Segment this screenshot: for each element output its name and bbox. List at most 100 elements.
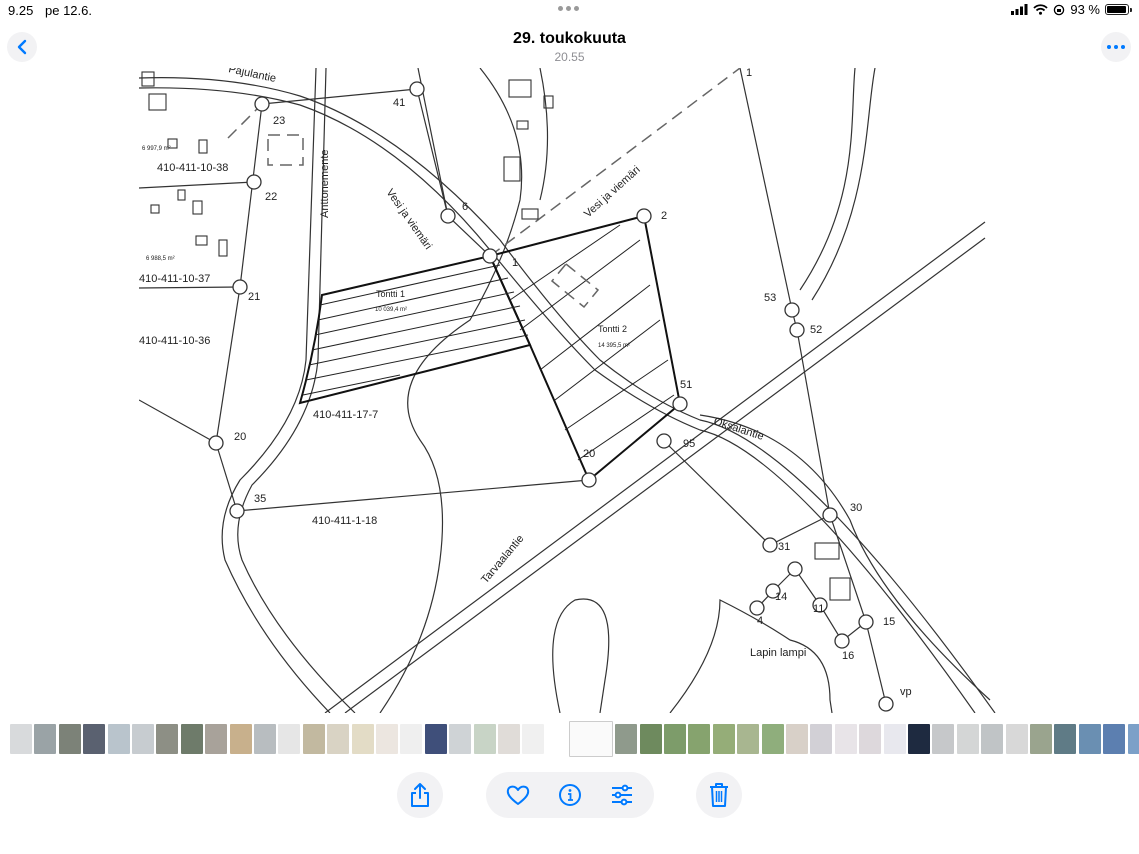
photo-thumbnail[interactable] xyxy=(1054,724,1077,754)
pipe-label: Vesi ja viemäri xyxy=(384,187,435,252)
battery-fill xyxy=(1107,6,1126,13)
point-label: 21 xyxy=(248,291,260,303)
photo-thumbnail[interactable] xyxy=(400,724,423,754)
status-bar: 9.25 pe 12.6. 93 % xyxy=(0,0,1139,22)
photo-thumbnail[interactable] xyxy=(254,724,276,754)
photo-thumbnail[interactable] xyxy=(376,724,398,754)
edit-adjust-button[interactable] xyxy=(610,784,634,806)
photo-thumbnail[interactable] xyxy=(956,724,979,754)
photo-thumbnail[interactable] xyxy=(688,724,711,754)
photo-thumbnail[interactable] xyxy=(859,724,882,754)
photo-thumbnail[interactable] xyxy=(302,724,325,754)
photo-thumbnail[interactable] xyxy=(981,724,1004,754)
photo-thumbnail[interactable] xyxy=(205,724,228,754)
parcel-label: 410-411-10-36 xyxy=(139,335,210,347)
photo-thumbnail[interactable] xyxy=(1078,724,1101,754)
status-time: 9.25 xyxy=(8,3,34,18)
point-label: 53 xyxy=(764,292,776,304)
point-label: 14 xyxy=(775,591,787,603)
point-label: 11 xyxy=(813,603,824,615)
photo-thumbnail[interactable] xyxy=(883,724,906,754)
photo-thumbnail[interactable] xyxy=(10,724,32,754)
photo-thumbnail[interactable] xyxy=(449,724,472,754)
photo-thumbnail[interactable] xyxy=(932,724,955,754)
photo-thumbnail[interactable] xyxy=(712,724,735,754)
photo-thumbnail[interactable] xyxy=(1127,724,1139,754)
photo-thumbnail[interactable] xyxy=(664,724,686,754)
point-label: 41 xyxy=(393,97,405,109)
share-icon xyxy=(411,783,429,807)
photo-thumbnail[interactable] xyxy=(761,724,784,754)
photo-thumbnail[interactable] xyxy=(834,724,857,754)
photo-thumbnail[interactable] xyxy=(737,724,760,754)
thumbnail-strip[interactable] xyxy=(10,721,1139,757)
area-label: 6 988,5 m² xyxy=(146,256,175,262)
status-right: 93 % xyxy=(1011,2,1132,17)
photo-thumbnail[interactable] xyxy=(83,724,106,754)
point-label: 95 xyxy=(683,438,695,450)
photo-thumbnail[interactable] xyxy=(498,724,520,754)
map-drawing: Pajulantie Anttonemente Tarvaalantie Oks… xyxy=(139,68,996,713)
plot-label: Tontti 2 xyxy=(598,324,627,334)
photo-thumbnail[interactable] xyxy=(229,724,252,754)
delete-button[interactable] xyxy=(696,772,742,818)
battery-icon xyxy=(1105,4,1132,15)
info-button[interactable] xyxy=(558,783,582,807)
point-label: 4 xyxy=(757,615,763,627)
point-label: 31 xyxy=(778,541,790,553)
area-label: 6 997,9 m² xyxy=(142,146,171,152)
photo-thumbnail[interactable] xyxy=(639,724,662,754)
parcel-label: 410-411-10-37 xyxy=(139,273,210,285)
photo-thumbnail[interactable] xyxy=(327,724,350,754)
photo-thumbnail[interactable] xyxy=(522,724,545,754)
plot-label: Tontti 1 xyxy=(376,289,405,299)
photo-thumbnail[interactable] xyxy=(351,724,374,754)
photo-thumbnail[interactable] xyxy=(156,724,179,754)
cellular-signal-icon xyxy=(1011,4,1028,15)
photo-thumbnail[interactable] xyxy=(473,724,496,754)
photo-thumbnail[interactable] xyxy=(810,724,833,754)
page-subtitle: 20.55 xyxy=(554,50,585,64)
point-label: 30 xyxy=(850,502,862,514)
point-label: 51 xyxy=(680,379,692,391)
point-label: 15 xyxy=(883,616,895,628)
share-button[interactable] xyxy=(397,772,443,818)
lake-label: Lapin lampi xyxy=(750,647,806,659)
photo-thumbnail[interactable] xyxy=(107,724,130,754)
pipe-label: Vesi ja viemäri xyxy=(582,164,643,220)
point-label: 2 xyxy=(661,210,667,222)
photo-thumbnail[interactable] xyxy=(180,724,203,754)
point-label: 23 xyxy=(273,115,285,127)
photo-actions-group xyxy=(486,772,654,818)
photo-thumbnail[interactable] xyxy=(568,721,613,757)
more-button[interactable] xyxy=(1101,32,1131,62)
photo-thumbnail[interactable] xyxy=(424,724,447,754)
photo-thumbnail[interactable] xyxy=(908,724,930,754)
area-label: 10 039,4 m² xyxy=(375,307,407,313)
photo-thumbnail[interactable] xyxy=(1005,724,1028,754)
favorite-button[interactable] xyxy=(506,784,530,806)
photo-thumbnail[interactable] xyxy=(1103,724,1126,754)
multitasking-dots[interactable] xyxy=(558,6,579,11)
photo-thumbnail[interactable] xyxy=(132,724,154,754)
photo-thumbnail[interactable] xyxy=(34,724,57,754)
point-label: 1 xyxy=(512,257,518,269)
photo-thumbnail[interactable] xyxy=(278,724,301,754)
orientation-lock-icon xyxy=(1054,4,1065,15)
point-label: 20 xyxy=(234,431,246,443)
point-label: vp xyxy=(900,686,912,698)
point-label: 35 xyxy=(254,493,266,505)
road-label: Tarvaalantie xyxy=(479,533,526,586)
point-label: 6 xyxy=(462,201,468,213)
area-label: 14 395,5 m² xyxy=(598,343,630,349)
adjust-icon xyxy=(612,784,632,806)
photo-thumbnail[interactable] xyxy=(615,724,638,754)
heart-icon xyxy=(506,785,530,805)
battery-percent: 93 % xyxy=(1070,2,1100,17)
photo-view[interactable]: Pajulantie Anttonemente Tarvaalantie Oks… xyxy=(139,68,999,713)
photo-thumbnail[interactable] xyxy=(58,724,81,754)
info-icon xyxy=(559,784,581,806)
photo-thumbnail[interactable] xyxy=(786,724,808,754)
road-label: Oksalantie xyxy=(712,415,765,442)
photo-thumbnail[interactable] xyxy=(1030,724,1052,754)
